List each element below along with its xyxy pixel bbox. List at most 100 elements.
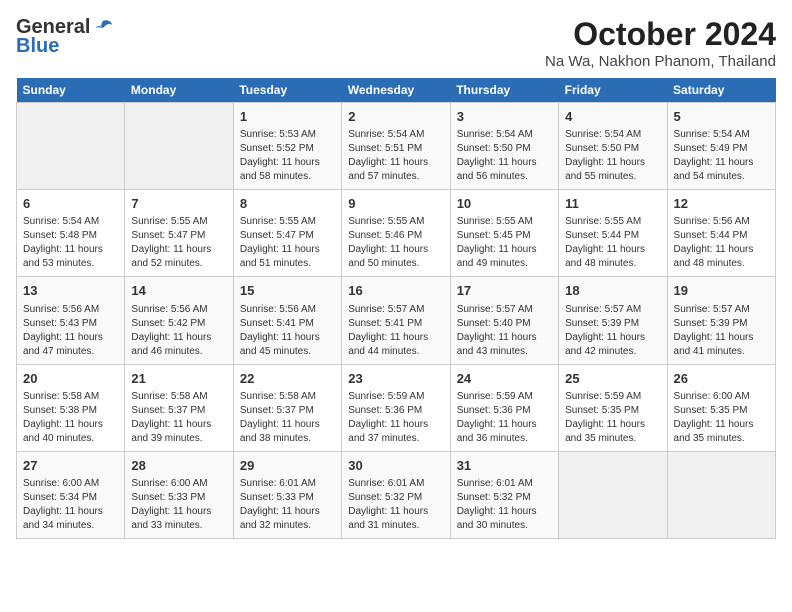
week-row-5: 27 Sunrise: 6:00 AMSunset: 5:34 PMDayligh…: [17, 451, 776, 538]
day-number: 3: [457, 108, 552, 126]
day-info: Sunrise: 5:55 AMSunset: 5:45 PMDaylight:…: [457, 215, 552, 271]
day-info: Sunrise: 6:00 AMSunset: 5:34 PMDaylight:…: [23, 477, 118, 533]
header-sunday: Sunday: [17, 78, 125, 103]
day-cell: 31 Sunrise: 6:01 AMSunset: 5:32 PMDayligh…: [450, 451, 558, 538]
day-info: Sunrise: 5:57 AMSunset: 5:41 PMDaylight:…: [348, 303, 443, 359]
day-cell: 7Sunrise: 5:55 AMSunset: 5:47 PMDaylight…: [125, 190, 233, 277]
day-cell: 30 Sunrise: 6:01 AMSunset: 5:32 PMDayligh…: [342, 451, 450, 538]
calendar-table: SundayMondayTuesdayWednesdayThursdayFrid…: [16, 78, 776, 539]
day-number: 30: [348, 457, 443, 475]
logo-blue: Blue: [16, 35, 59, 58]
day-info: Sunrise: 5:59 AMSunset: 5:36 PMDaylight:…: [457, 390, 552, 446]
day-info: Sunrise: 5:59 AMSunset: 5:35 PMDaylight:…: [565, 390, 660, 446]
day-cell: 14 Sunrise: 5:56 AMSunset: 5:42 PMDayligh…: [125, 277, 233, 364]
day-info: Sunrise: 5:58 AMSunset: 5:38 PMDaylight:…: [23, 390, 118, 446]
day-info: Sunrise: 5:56 AMSunset: 5:44 PMDaylight:…: [674, 215, 769, 271]
day-number: 7: [131, 195, 226, 213]
day-info: Sunrise: 5:54 AMSunset: 5:50 PMDaylight:…: [457, 128, 552, 184]
day-info: Sunrise: 5:53 AMSunset: 5:52 PMDaylight:…: [240, 128, 335, 184]
day-number: 2: [348, 108, 443, 126]
day-info: Sunrise: 5:54 AMSunset: 5:50 PMDaylight:…: [565, 128, 660, 184]
day-number: 4: [565, 108, 660, 126]
day-cell: 13 Sunrise: 5:56 AMSunset: 5:43 PMDayligh…: [17, 277, 125, 364]
day-cell: 16 Sunrise: 5:57 AMSunset: 5:41 PMDayligh…: [342, 277, 450, 364]
day-cell: 24Sunrise: 5:59 AMSunset: 5:36 PMDayligh…: [450, 364, 558, 451]
day-number: 16: [348, 282, 443, 300]
day-cell: [125, 103, 233, 190]
day-cell: 29 Sunrise: 6:01 AMSunset: 5:33 PMDayligh…: [233, 451, 341, 538]
day-cell: 11 Sunrise: 5:55 AMSunset: 5:44 PMDayligh…: [559, 190, 667, 277]
day-cell: [667, 451, 775, 538]
day-number: 28: [131, 457, 226, 475]
month-title: October 2024: [545, 16, 776, 53]
day-cell: 6 Sunrise: 5:54 AMSunset: 5:48 PMDaylight…: [17, 190, 125, 277]
day-cell: 22 Sunrise: 5:58 AMSunset: 5:37 PMDayligh…: [233, 364, 341, 451]
day-cell: 5Sunrise: 5:54 AMSunset: 5:49 PMDaylight…: [667, 103, 775, 190]
day-info: Sunrise: 6:01 AMSunset: 5:32 PMDaylight:…: [348, 477, 443, 533]
day-number: 29: [240, 457, 335, 475]
day-number: 22: [240, 370, 335, 388]
day-info: Sunrise: 5:56 AMSunset: 5:42 PMDaylight:…: [131, 303, 226, 359]
page-header: General Blue October 2024 Na Wa, Nakhon …: [16, 16, 776, 70]
day-number: 14: [131, 282, 226, 300]
day-info: Sunrise: 5:54 AMSunset: 5:49 PMDaylight:…: [674, 128, 769, 184]
day-cell: 21 Sunrise: 5:58 AMSunset: 5:37 PMDayligh…: [125, 364, 233, 451]
day-cell: 2 Sunrise: 5:54 AMSunset: 5:51 PMDaylight…: [342, 103, 450, 190]
day-info: Sunrise: 5:55 AMSunset: 5:44 PMDaylight:…: [565, 215, 660, 271]
week-row-4: 20Sunrise: 5:58 AMSunset: 5:38 PMDayligh…: [17, 364, 776, 451]
week-row-2: 6 Sunrise: 5:54 AMSunset: 5:48 PMDaylight…: [17, 190, 776, 277]
day-number: 21: [131, 370, 226, 388]
day-info: Sunrise: 5:56 AMSunset: 5:43 PMDaylight:…: [23, 303, 118, 359]
day-info: Sunrise: 6:00 AMSunset: 5:33 PMDaylight:…: [131, 477, 226, 533]
day-cell: 1 Sunrise: 5:53 AMSunset: 5:52 PMDaylight…: [233, 103, 341, 190]
logo-bird-icon: [92, 17, 114, 39]
day-number: 1: [240, 108, 335, 126]
day-cell: 10 Sunrise: 5:55 AMSunset: 5:45 PMDayligh…: [450, 190, 558, 277]
day-number: 12: [674, 195, 769, 213]
day-number: 31: [457, 457, 552, 475]
header-tuesday: Tuesday: [233, 78, 341, 103]
day-info: Sunrise: 5:54 AMSunset: 5:51 PMDaylight:…: [348, 128, 443, 184]
day-info: Sunrise: 5:57 AMSunset: 5:39 PMDaylight:…: [565, 303, 660, 359]
day-cell: 25 Sunrise: 5:59 AMSunset: 5:35 PMDayligh…: [559, 364, 667, 451]
day-cell: 12 Sunrise: 5:56 AMSunset: 5:44 PMDayligh…: [667, 190, 775, 277]
day-cell: 20Sunrise: 5:58 AMSunset: 5:38 PMDayligh…: [17, 364, 125, 451]
day-info: Sunrise: 5:57 AMSunset: 5:40 PMDaylight:…: [457, 303, 552, 359]
day-number: 23: [348, 370, 443, 388]
day-cell: 4 Sunrise: 5:54 AMSunset: 5:50 PMDaylight…: [559, 103, 667, 190]
day-info: Sunrise: 6:01 AMSunset: 5:33 PMDaylight:…: [240, 477, 335, 533]
day-number: 19: [674, 282, 769, 300]
header-friday: Friday: [559, 78, 667, 103]
day-cell: 8 Sunrise: 5:55 AMSunset: 5:47 PMDaylight…: [233, 190, 341, 277]
day-cell: [17, 103, 125, 190]
day-info: Sunrise: 5:58 AMSunset: 5:37 PMDaylight:…: [131, 390, 226, 446]
day-number: 11: [565, 195, 660, 213]
day-cell: 15Sunrise: 5:56 AMSunset: 5:41 PMDayligh…: [233, 277, 341, 364]
day-cell: 3 Sunrise: 5:54 AMSunset: 5:50 PMDaylight…: [450, 103, 558, 190]
day-info: Sunrise: 5:55 AMSunset: 5:47 PMDaylight:…: [240, 215, 335, 271]
calendar-header-row: SundayMondayTuesdayWednesdayThursdayFrid…: [17, 78, 776, 103]
day-info: Sunrise: 5:55 AMSunset: 5:46 PMDaylight:…: [348, 215, 443, 271]
day-info: Sunrise: 6:01 AMSunset: 5:32 PMDaylight:…: [457, 477, 552, 533]
day-info: Sunrise: 5:59 AMSunset: 5:36 PMDaylight:…: [348, 390, 443, 446]
day-number: 13: [23, 282, 118, 300]
location-title: Na Wa, Nakhon Phanom, Thailand: [545, 53, 776, 70]
day-number: 8: [240, 195, 335, 213]
day-number: 9: [348, 195, 443, 213]
day-cell: 26Sunrise: 6:00 AMSunset: 5:35 PMDayligh…: [667, 364, 775, 451]
week-row-1: 1 Sunrise: 5:53 AMSunset: 5:52 PMDaylight…: [17, 103, 776, 190]
day-info: Sunrise: 5:58 AMSunset: 5:37 PMDaylight:…: [240, 390, 335, 446]
day-number: 17: [457, 282, 552, 300]
day-cell: [559, 451, 667, 538]
day-info: Sunrise: 5:57 AMSunset: 5:39 PMDaylight:…: [674, 303, 769, 359]
day-number: 18: [565, 282, 660, 300]
day-number: 25: [565, 370, 660, 388]
header-monday: Monday: [125, 78, 233, 103]
day-number: 10: [457, 195, 552, 213]
day-info: Sunrise: 5:54 AMSunset: 5:48 PMDaylight:…: [23, 215, 118, 271]
day-number: 27: [23, 457, 118, 475]
day-cell: 23 Sunrise: 5:59 AMSunset: 5:36 PMDayligh…: [342, 364, 450, 451]
day-cell: 19 Sunrise: 5:57 AMSunset: 5:39 PMDayligh…: [667, 277, 775, 364]
day-number: 6: [23, 195, 118, 213]
day-cell: 27 Sunrise: 6:00 AMSunset: 5:34 PMDayligh…: [17, 451, 125, 538]
